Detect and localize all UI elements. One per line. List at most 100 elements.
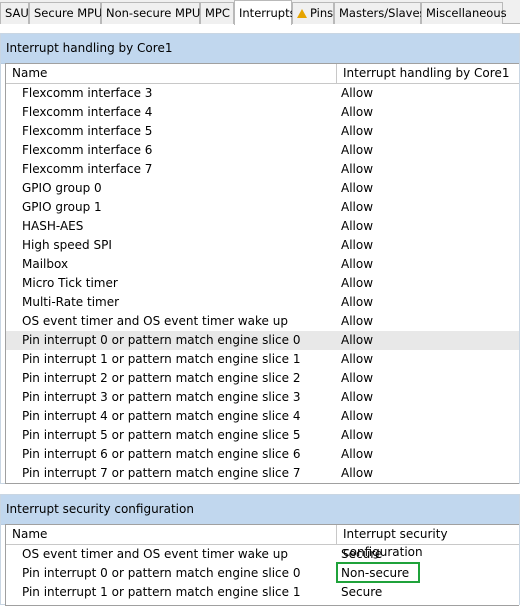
row-value[interactable]: Allow [341, 198, 373, 217]
table-row[interactable]: Pin interrupt 0 or pattern match engine … [6, 331, 519, 350]
row-value[interactable]: Allow [341, 141, 373, 160]
row-name: Multi-Rate timer [22, 295, 120, 309]
row-value[interactable]: Allow [341, 407, 373, 426]
row-name: Pin interrupt 4 or pattern match engine … [22, 409, 301, 423]
table-row[interactable]: Pin interrupt 1 or pattern match engine … [6, 583, 519, 602]
table-row[interactable]: GPIO group 1 Allow [6, 198, 519, 217]
row-name: Pin interrupt 1 or pattern match engine … [22, 585, 301, 599]
table-row[interactable]: Mailbox Allow [6, 255, 519, 274]
handling-table: Name Interrupt handling by Core1 Flexcom… [5, 63, 519, 484]
row-value[interactable]: Allow [341, 445, 373, 464]
row-name: Pin interrupt 6 or pattern match engine … [22, 447, 301, 461]
row-name: Pin interrupt 3 or pattern match engine … [22, 390, 301, 404]
row-value[interactable]: Allow [341, 350, 373, 369]
handling-rows: Flexcomm interface 3 Allow Flexcomm interf… [6, 84, 519, 483]
column-header-handling[interactable]: Interrupt handling by Core1 [337, 64, 520, 83]
row-name: OS event timer and OS event timer wake u… [22, 547, 288, 561]
tab-label: Secure MPU [34, 6, 103, 20]
row-name: OS event timer and OS event timer wake u… [22, 314, 288, 328]
tab-sau[interactable]: SAU [0, 2, 29, 24]
interrupt-handling-panel: Interrupt handling by Core1 Name Interru… [0, 33, 520, 484]
table-row[interactable]: Micro Tick timer Allow [6, 274, 519, 293]
row-name: Flexcomm interface 4 [22, 105, 153, 119]
warning-icon [297, 9, 307, 18]
table-row[interactable]: Flexcomm interface 6 Allow [6, 141, 519, 160]
column-header-name[interactable]: Name [6, 64, 337, 83]
table-row[interactable]: HASH-AES Allow [6, 217, 519, 236]
row-value[interactable]: Allow [341, 274, 373, 293]
row-name: Pin interrupt 5 or pattern match engine … [22, 428, 301, 442]
tab-masters-slaves[interactable]: Masters/Slaves [334, 2, 426, 24]
row-value[interactable]: Allow [341, 84, 373, 103]
row-value[interactable]: Allow [341, 236, 373, 255]
table-header: Name Interrupt handling by Core1 [6, 64, 519, 84]
table-row[interactable]: OS event timer and OS event timer wake u… [6, 545, 519, 564]
tab-pins[interactable]: Pins [292, 2, 334, 24]
table-row[interactable]: Flexcomm interface 4 Allow [6, 103, 519, 122]
row-value[interactable]: Secure [341, 583, 382, 602]
table-row[interactable]: Pin interrupt 4 or pattern match engine … [6, 407, 519, 426]
row-name: Pin interrupt 2 or pattern match engine … [22, 371, 301, 385]
row-value[interactable]: Allow [341, 255, 373, 274]
table-header: Name Interrupt security configuration [6, 525, 520, 559]
table-row[interactable]: Pin interrupt 5 or pattern match engine … [6, 426, 519, 445]
row-value[interactable]: Allow [341, 293, 373, 312]
row-value[interactable]: Allow [341, 369, 373, 388]
row-name: Pin interrupt 7 or pattern match engine … [22, 466, 301, 480]
row-value[interactable]: Allow [341, 179, 373, 198]
row-value[interactable]: Allow [341, 103, 373, 122]
tab-label: Pins [310, 6, 334, 20]
row-value[interactable]: Allow [341, 331, 373, 350]
panel-title: Interrupt security configuration [1, 495, 519, 525]
security-rows: OS event timer and OS event timer wake u… [6, 545, 519, 602]
table-row[interactable]: Pin interrupt 0 or pattern match engine … [6, 562, 519, 583]
tab-label: SAU [5, 6, 29, 20]
tab-label: Masters/Slaves [339, 6, 426, 20]
tab-label: Miscellaneous [426, 6, 507, 20]
table-row[interactable]: Pin interrupt 3 or pattern match engine … [6, 388, 519, 407]
table-row[interactable]: Pin interrupt 1 or pattern match engine … [6, 350, 519, 369]
table-row[interactable]: Multi-Rate timer Allow [6, 293, 519, 312]
row-value[interactable]: Allow [341, 426, 373, 445]
row-value[interactable]: Non-secure [341, 564, 409, 583]
row-value[interactable]: Secure [341, 545, 382, 564]
row-value[interactable]: Allow [341, 388, 373, 407]
row-name: GPIO group 0 [22, 181, 102, 195]
row-name: Micro Tick timer [22, 276, 118, 290]
row-value[interactable]: Allow [341, 160, 373, 179]
table-row[interactable]: Pin interrupt 6 or pattern match engine … [6, 445, 519, 464]
row-name: GPIO group 1 [22, 200, 102, 214]
table-row[interactable]: Flexcomm interface 5 Allow [6, 122, 519, 141]
row-name: Mailbox [22, 257, 69, 271]
tab-secure-mpu[interactable]: Secure MPU [29, 2, 103, 24]
column-header-security[interactable]: Interrupt security configuration [337, 525, 520, 559]
interrupt-security-panel: Interrupt security configuration Name In… [0, 494, 520, 606]
row-value[interactable]: Allow [341, 312, 373, 331]
table-row[interactable]: Flexcomm interface 3 Allow [6, 84, 519, 103]
tab-interrupts[interactable]: Interrupts [234, 0, 296, 25]
table-row[interactable]: High speed SPI Allow [6, 236, 519, 255]
row-name: Pin interrupt 1 or pattern match engine … [22, 352, 301, 366]
row-name: Flexcomm interface 3 [22, 86, 153, 100]
column-header-name[interactable]: Name [6, 525, 337, 544]
table-row[interactable]: Flexcomm interface 7 Allow [6, 160, 519, 179]
row-name: Flexcomm interface 7 [22, 162, 153, 176]
row-name: Pin interrupt 0 or pattern match engine … [22, 333, 301, 347]
tab-label: Non-secure MPU [106, 6, 201, 20]
row-name: HASH-AES [22, 219, 84, 233]
tab-miscellaneous[interactable]: Miscellaneous [421, 2, 507, 24]
tab-bar: SAU Secure MPU Non-secure MPU MPC Interr… [0, 0, 520, 25]
row-value[interactable]: Allow [341, 122, 373, 141]
row-value[interactable]: Allow [341, 217, 373, 236]
tab-non-secure-mpu[interactable]: Non-secure MPU [101, 2, 200, 24]
row-name: Pin interrupt 0 or pattern match engine … [22, 566, 301, 580]
table-row[interactable]: OS event timer and OS event timer wake u… [6, 312, 519, 331]
tab-label: Interrupts [239, 6, 296, 20]
table-row[interactable]: Pin interrupt 7 or pattern match engine … [6, 464, 519, 483]
tab-label: MPC [205, 6, 230, 20]
table-row[interactable]: GPIO group 0 Allow [6, 179, 519, 198]
table-row[interactable]: Pin interrupt 2 or pattern match engine … [6, 369, 519, 388]
row-value[interactable]: Allow [341, 464, 373, 483]
row-name: Flexcomm interface 5 [22, 124, 153, 138]
tab-mpc[interactable]: MPC [200, 2, 234, 24]
